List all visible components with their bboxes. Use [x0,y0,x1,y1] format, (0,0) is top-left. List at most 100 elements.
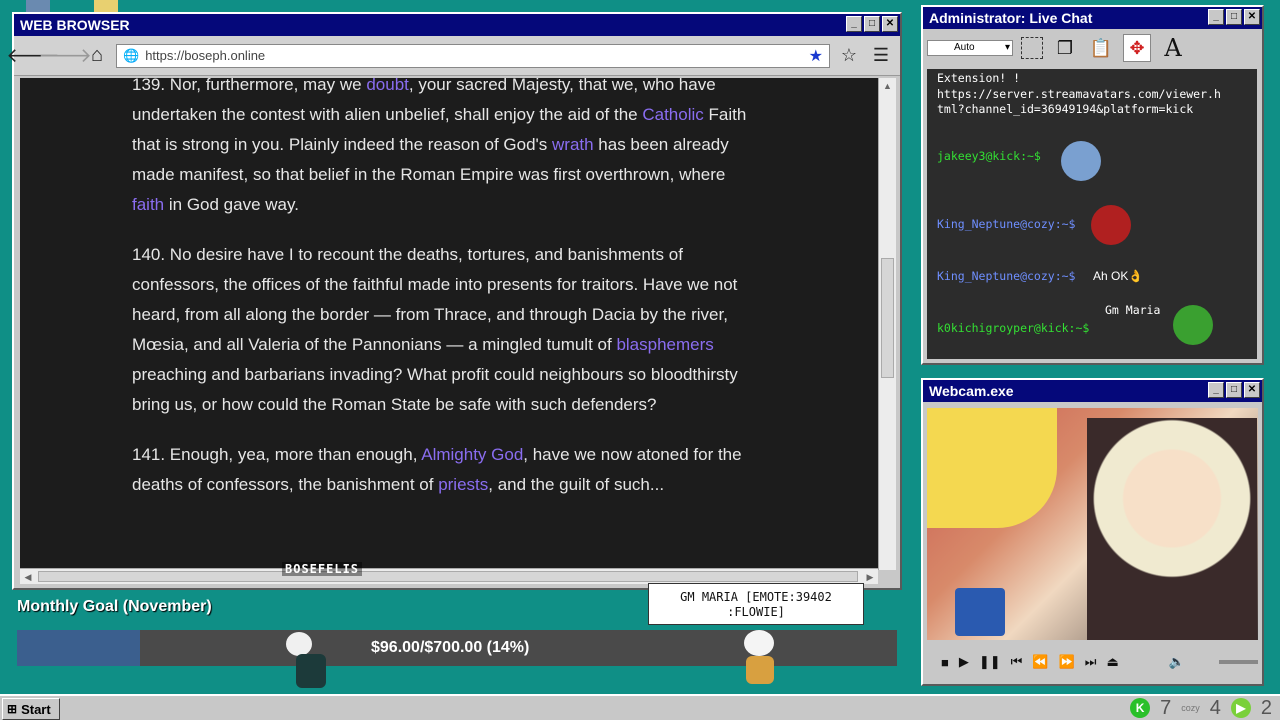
chat-titlebar[interactable]: Administrator: Live Chat _ □ ✕ [923,7,1262,29]
article-link[interactable]: Catholic [642,105,703,124]
rewind-icon[interactable]: ⏪ [1032,654,1048,670]
close-button[interactable]: ✕ [1244,382,1260,398]
chat-text: Gm Maria [1105,303,1161,317]
next-icon[interactable]: ⏭ [1085,654,1097,670]
article-link[interactable]: priests [438,475,488,494]
start-button[interactable]: ⊞ Start [2,698,60,720]
bookmark-star-icon[interactable]: ☆ [836,43,862,69]
chat-username[interactable]: King_Neptune@cozy:~$ [937,217,1075,231]
url-text[interactable]: https://boseph.online [145,48,802,63]
scroll-up-icon[interactable]: ▲ [879,78,896,94]
article-paragraph: 139. Nor, furthermore, may we doubt, you… [132,78,762,220]
kick-icon[interactable]: K [1130,698,1151,718]
close-button[interactable]: ✕ [1244,9,1260,25]
vtuber-avatar [1087,418,1257,640]
select-icon[interactable] [1021,37,1043,59]
scroll-right-icon[interactable]: ▶ [862,569,878,585]
globe-icon: 🌐 [123,47,140,63]
chat-window: Administrator: Live Chat _ □ ✕ Auto ❐ 📋 … [921,5,1264,365]
maximize-button[interactable]: □ [864,16,880,32]
chat-title: Administrator: Live Chat [929,10,1093,26]
chat-username[interactable]: jakeey3@kick:~$ [937,149,1041,163]
vertical-scrollbar[interactable]: ▲ [878,78,896,570]
menu-icon[interactable]: ☰ [868,43,894,69]
chat-emote [1173,305,1213,345]
webcam-title: Webcam.exe [929,383,1014,399]
webcam-window: Webcam.exe _ □ ✕ ■ ▶ ❚❚ ⏮ ⏪ ⏩ ⏭ ⏏ 🔈 [921,378,1264,686]
article-paragraph: 140. No desire have I to recount the dea… [132,240,762,420]
scroll-thumb[interactable] [881,258,894,378]
speech-bubble: GM MARIA [EMOTE:39402:FLOWIE] [648,583,864,625]
forward-arrow-icon[interactable]: 🡒 [38,43,92,69]
article-link[interactable]: doubt [366,78,409,94]
goal-progress-fill [17,630,141,666]
move-icon[interactable]: ✥ [1123,34,1151,62]
browser-navbar: 🡐 🡒 ⌂ 🌐 https://boseph.online ★ ☆ ☰ [6,36,900,76]
goal-title: Monthly Goal (November) [17,598,212,615]
article-link[interactable]: wrath [552,135,594,154]
minimize-button[interactable]: _ [1208,9,1224,25]
article-text-run: 139. Nor, furthermore, may we [132,78,367,94]
chat-emote [1061,141,1101,181]
page-content: 139. Nor, furthermore, may we doubt, you… [20,78,878,570]
home-icon[interactable]: ⌂ [84,43,110,69]
waving-avatar-sprite [730,628,800,686]
minimize-button[interactable]: _ [846,16,862,32]
address-bar[interactable]: 🌐 https://boseph.online ★ [116,43,830,68]
article-text-run: in God gave way. [164,195,299,214]
browser-window: WEB BROWSER _ □ ✕ 🡐 🡒 ⌂ 🌐 https://boseph… [6,12,902,590]
kick-viewer-count: 7 [1160,696,1172,719]
chat-text[interactable]: https://server.streamavatars.com/viewer.… [937,87,1221,101]
close-button[interactable]: ✕ [882,16,898,32]
article-text-run: 141. Enough, yea, more than enough, [132,445,422,464]
chat-log: Extension! ! https://server.streamavatar… [927,69,1257,359]
article-text-run: , and the guilt of such... [488,475,665,494]
browser-title: WEB BROWSER [20,17,130,33]
volume-slider[interactable] [1218,660,1258,664]
browser-titlebar[interactable]: WEB BROWSER _ □ ✕ [14,14,900,36]
play-icon[interactable]: ▶ [959,654,969,670]
font-icon[interactable]: A [1159,34,1187,62]
mug [955,588,1005,636]
pause-icon[interactable]: ❚❚ [979,654,1001,670]
walking-avatar-sprite [282,632,352,690]
article-link[interactable]: blasphemers [616,335,713,354]
article-text-run: preaching and barbarians invading? What … [132,365,738,414]
article-link[interactable]: faith [132,195,164,214]
chat-toolbar: Auto ❐ 📋 ✥ A [923,29,1262,67]
horizontal-scrollbar[interactable]: ◀ ▶ [20,568,878,584]
viewer-username-tag: BOSEFELIS [282,562,363,576]
system-tray: K 7 cozy 4 ▶ 2 [1130,696,1272,720]
chat-text[interactable]: tml?channel_id=36949194&platform=kick [937,102,1193,116]
start-label: Start [21,701,51,717]
article-text: 139. Nor, furthermore, may we doubt, you… [132,78,762,520]
windows-logo-icon: ⊞ [7,702,18,716]
article-paragraph: 141. Enough, yea, more than enough, Almi… [132,440,762,500]
chat-username[interactable]: k0kichigroyper@kick:~$ [937,321,1089,335]
font-size-select[interactable]: Auto [927,40,1013,56]
chat-emote [1091,205,1131,245]
chat-text: Ah OK👌 [1093,269,1144,283]
paste-icon[interactable]: 📋 [1087,34,1115,62]
maximize-button[interactable]: □ [1226,9,1242,25]
minimize-button[interactable]: _ [1208,382,1224,398]
background-pillow [927,408,1057,528]
eject-icon[interactable]: ⏏ [1106,654,1118,670]
other-viewer-count: 2 [1260,696,1272,719]
webcam-feed [927,408,1258,640]
fast-forward-icon[interactable]: ⏩ [1059,654,1075,670]
previous-icon[interactable]: ⏮ [1011,654,1023,670]
copy-icon[interactable]: ❐ [1051,34,1079,62]
stop-icon[interactable]: ■ [941,655,949,670]
play-badge-icon[interactable]: ▶ [1230,698,1251,718]
maximize-button[interactable]: □ [1226,382,1242,398]
article-link[interactable]: Almighty God [421,445,523,464]
bookmark-star-filled-icon[interactable]: ★ [809,46,823,66]
cozy-icon[interactable]: cozy [1181,703,1200,713]
media-controls: ■ ▶ ❚❚ ⏮ ⏪ ⏩ ⏭ ⏏ 🔈 [927,648,1258,676]
scroll-left-icon[interactable]: ◀ [20,569,36,585]
hscroll-thumb[interactable] [38,571,858,582]
chat-username[interactable]: King_Neptune@cozy:~$ [937,269,1075,283]
volume-icon[interactable]: 🔈 [1169,654,1185,670]
webcam-titlebar[interactable]: Webcam.exe _ □ ✕ [923,380,1262,402]
